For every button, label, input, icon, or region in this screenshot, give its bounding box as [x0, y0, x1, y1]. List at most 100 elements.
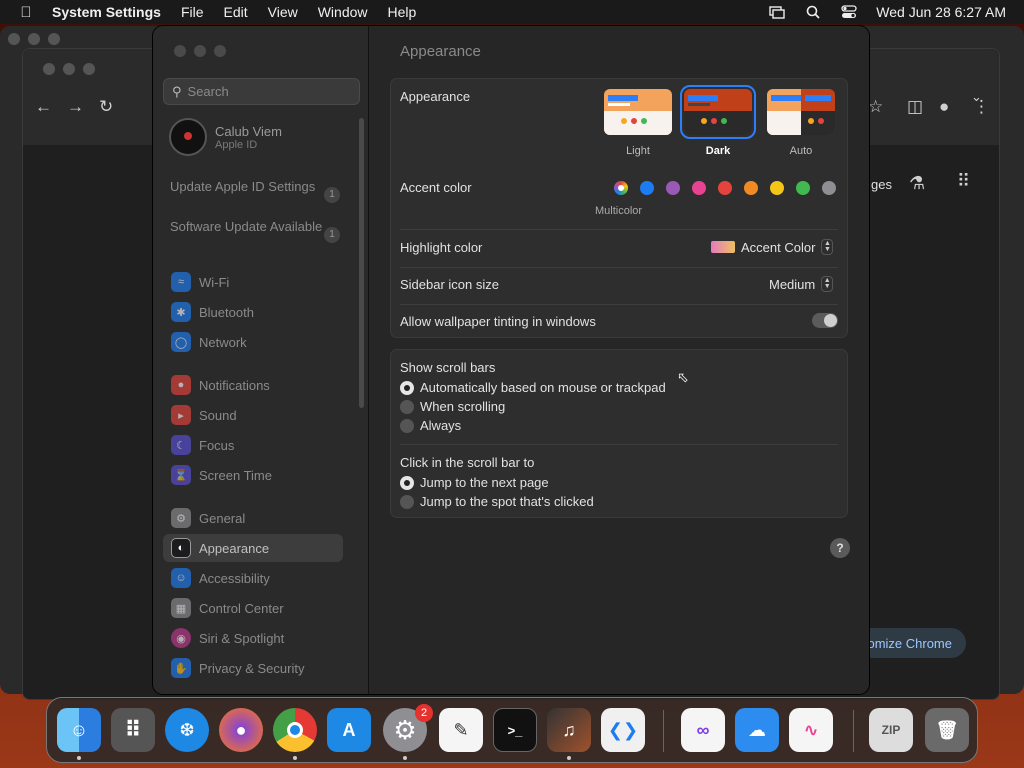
- dock-garageband[interactable]: ♫: [547, 708, 591, 752]
- forward-arrow-icon[interactable]: →: [67, 97, 84, 117]
- accent-yellow-swatch[interactable]: [770, 181, 784, 195]
- menu-window[interactable]: Window: [308, 4, 378, 20]
- apple-menu-icon[interactable]: : [0, 4, 52, 21]
- dock-textedit[interactable]: ✎: [439, 708, 483, 752]
- scroll-bars-when-scrolling-option[interactable]: When scrolling: [400, 399, 505, 414]
- radio-button[interactable]: [400, 380, 414, 395]
- sidebar-item-privacy-security[interactable]: ✋ Privacy & Security: [163, 654, 343, 682]
- appearance-light-thumbnail[interactable]: [604, 89, 672, 135]
- sidebar-scrollbar[interactable]: [359, 118, 364, 408]
- accent-purple-swatch[interactable]: [666, 181, 680, 195]
- menu-file[interactable]: File: [171, 4, 214, 20]
- radio-button[interactable]: [400, 418, 414, 433]
- click-jump-to-spot-option[interactable]: Jump to the spot that's clicked: [400, 494, 594, 509]
- minimize-window-button[interactable]: [194, 45, 206, 57]
- side-panel-icon[interactable]: ◫: [907, 97, 923, 117]
- screen-mirroring-icon[interactable]: [768, 5, 786, 19]
- dock-running-indicator: [403, 756, 407, 760]
- chrome-partial-label[interactable]: ges: [871, 177, 892, 192]
- accent-pink-swatch[interactable]: [692, 181, 706, 195]
- reload-icon[interactable]: ↻: [99, 97, 113, 117]
- dock-terminal[interactable]: >_: [493, 708, 537, 752]
- spotlight-search-icon[interactable]: [804, 5, 822, 19]
- sidebar-icon-size-popup[interactable]: Medium ▲ ▼: [769, 276, 834, 292]
- accent-green-swatch[interactable]: [796, 181, 810, 195]
- sidebar-item-appearance[interactable]: ◐ Appearance: [163, 534, 343, 562]
- accent-graphite-swatch[interactable]: [822, 181, 836, 195]
- sidebar-item-siri-spotlight[interactable]: ◉ Siri & Spotlight: [163, 624, 343, 652]
- radio-button[interactable]: [400, 494, 414, 509]
- appearance-auto-thumbnail[interactable]: [767, 89, 835, 135]
- dock-trash[interactable]: 🗑: [925, 708, 969, 752]
- apple-id-account[interactable]: Calub Viem Apple ID: [169, 118, 282, 156]
- dock-safari[interactable]: ❆: [165, 708, 209, 752]
- highlight-color-popup[interactable]: Accent Color ▲ ▼: [711, 239, 834, 255]
- dock-running-indicator: [567, 756, 571, 760]
- sidebar-item-focus[interactable]: ☾ Focus: [163, 431, 343, 459]
- apps-grid-icon[interactable]: ⠿: [957, 171, 970, 192]
- radio-button[interactable]: [400, 399, 414, 414]
- back-arrow-icon[interactable]: ←: [35, 97, 52, 117]
- accent-multicolor-swatch[interactable]: [614, 181, 628, 195]
- appearance-dark-thumbnail[interactable]: [680, 85, 756, 139]
- click-jump-next-page-option[interactable]: Jump to the next page: [400, 475, 549, 490]
- sidebar-item-general[interactable]: ⚙ General: [163, 504, 343, 532]
- labs-flask-icon[interactable]: ⚗: [909, 173, 925, 194]
- sidebar-item-accessibility[interactable]: ☺ Accessibility: [163, 564, 343, 592]
- chrome-close-dot[interactable]: [43, 63, 55, 75]
- dock-vscode[interactable]: ❮❯: [601, 708, 645, 752]
- chrome-max-dot[interactable]: [83, 63, 95, 75]
- close-window-button[interactable]: [174, 45, 186, 57]
- sidebar-item-network[interactable]: ◯ Network: [163, 328, 343, 356]
- zoom-window-button[interactable]: [214, 45, 226, 57]
- dock-firefox[interactable]: ●: [219, 708, 263, 752]
- accent-red-swatch[interactable]: [718, 181, 732, 195]
- sidebar-item-software-update[interactable]: Software Update Available 1: [170, 219, 340, 243]
- sidebar-item-bluetooth[interactable]: ✱ Bluetooth: [163, 298, 343, 326]
- backdrop-max-dot: [48, 33, 60, 45]
- sidebar-item-update-apple-id[interactable]: Update Apple ID Settings 1: [170, 179, 340, 203]
- trash-icon: 🗑: [935, 719, 959, 740]
- control-center-toggle-icon[interactable]: [840, 5, 858, 19]
- software-update-badge: 1: [324, 227, 340, 243]
- scroll-bars-auto-option[interactable]: Automatically based on mouse or trackpad: [400, 380, 666, 395]
- sidebar-search-field[interactable]: ⚲ Search: [163, 78, 360, 105]
- sidebar-item-control-center[interactable]: ▦ Control Center: [163, 594, 343, 622]
- dock-weather[interactable]: ☁: [735, 708, 779, 752]
- accent-orange-swatch[interactable]: [744, 181, 758, 195]
- dock-launchpad[interactable]: ⠿: [111, 708, 155, 752]
- bookmark-star-icon[interactable]: ☆: [868, 97, 883, 117]
- dock-app-store[interactable]: A: [327, 708, 371, 752]
- sidebar-item-notifications[interactable]: ● Notifications: [163, 371, 343, 399]
- dock-chrome[interactable]: [273, 708, 317, 752]
- menu-view[interactable]: View: [258, 4, 308, 20]
- menu-edit[interactable]: Edit: [214, 4, 258, 20]
- wallpaper-tinting-toggle[interactable]: [812, 313, 838, 328]
- accent-color-label: Accent color: [400, 180, 472, 195]
- accent-blue-swatch[interactable]: [640, 181, 654, 195]
- sidebar-item-screen-time[interactable]: ⌛ Screen Time: [163, 461, 343, 489]
- dock-visual-studio[interactable]: ∞: [681, 708, 725, 752]
- control-center-icon: ▦: [171, 598, 191, 618]
- show-scroll-bars-label: Show scroll bars: [400, 360, 496, 375]
- scroll-bars-always-option[interactable]: Always: [400, 418, 461, 433]
- sidebar-item-sound[interactable]: ▸ Sound: [163, 401, 343, 429]
- radio-button[interactable]: [400, 475, 414, 490]
- globe-icon: ◯: [171, 332, 191, 352]
- radio-label: Jump to the next page: [420, 475, 549, 490]
- chrome-min-dot[interactable]: [63, 63, 75, 75]
- sidebar-item-label: Focus: [199, 437, 235, 453]
- menu-clock[interactable]: Wed Jun 28 6:27 AM: [876, 4, 1006, 20]
- chrome-menu-icon[interactable]: ⋮: [973, 97, 990, 117]
- profile-icon[interactable]: ●: [939, 97, 949, 117]
- dock-finder[interactable]: ☺: [57, 708, 101, 752]
- dock-archive-utility[interactable]: ZIP: [869, 708, 913, 752]
- terminal-prompt-icon: >_: [507, 722, 523, 738]
- menu-help[interactable]: Help: [378, 4, 427, 20]
- menu-app-name[interactable]: System Settings: [52, 4, 171, 20]
- help-button[interactable]: ?: [830, 538, 850, 558]
- appearance-auto-label: Auto: [789, 145, 813, 157]
- visual-studio-icon: ∞: [696, 719, 710, 740]
- sidebar-item-wifi[interactable]: ≈ Wi-Fi: [163, 268, 343, 296]
- dock-freeform[interactable]: ∿: [789, 708, 833, 752]
